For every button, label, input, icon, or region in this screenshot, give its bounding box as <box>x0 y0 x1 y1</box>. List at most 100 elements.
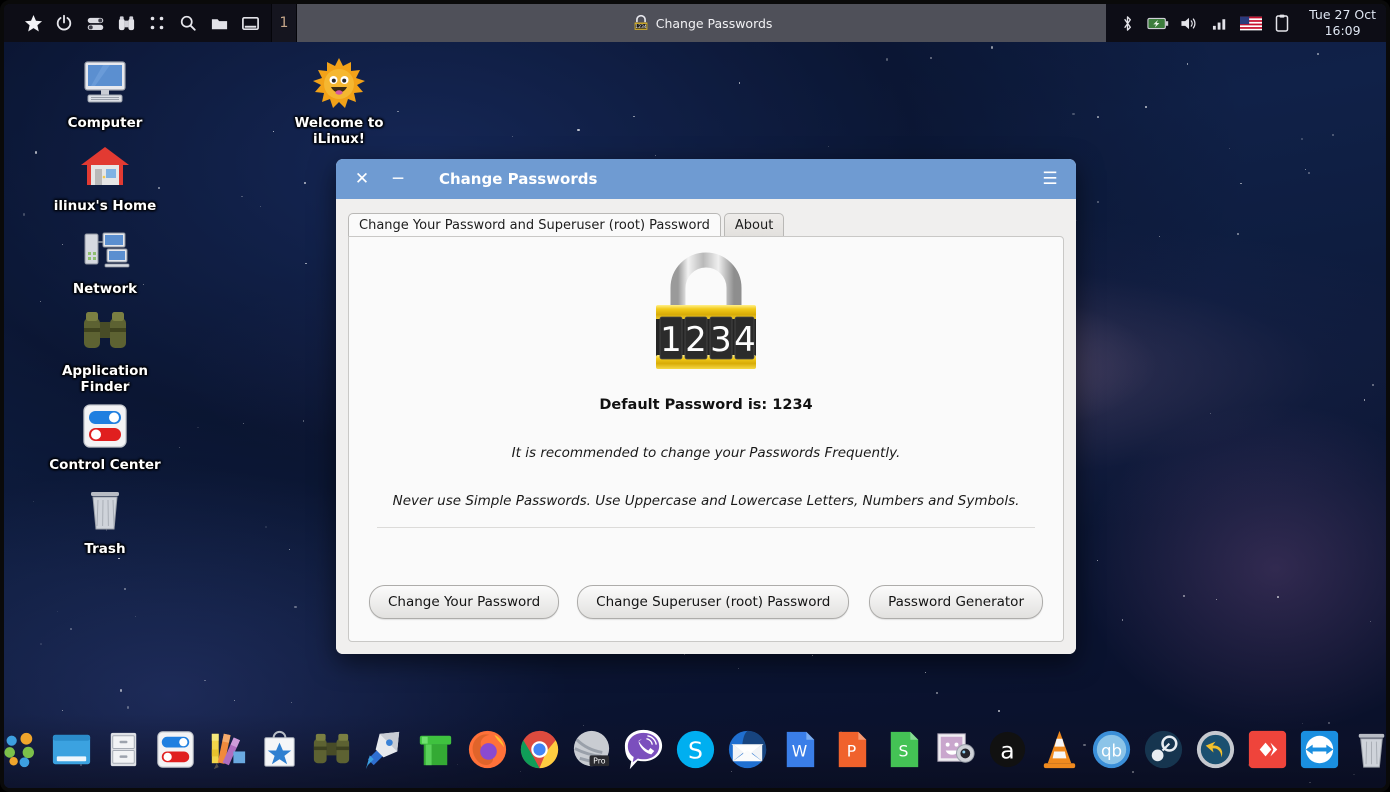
palette-icon <box>211 733 245 769</box>
system-tray <box>1106 4 1304 42</box>
file-cabinet-icon <box>110 732 136 766</box>
action-buttons: Change Your Password Change Superuser (r… <box>363 581 1049 627</box>
close-icon[interactable]: ✕ <box>350 167 374 191</box>
window-icon[interactable] <box>239 12 261 34</box>
grid-dots-icon[interactable] <box>146 12 168 34</box>
dock-color-picker[interactable] <box>204 726 251 773</box>
pro-sphere-icon: Pro <box>573 730 609 766</box>
chrome-icon <box>520 730 558 768</box>
control-center-icon <box>77 398 133 454</box>
binoculars-icon[interactable] <box>115 12 137 34</box>
star-icon[interactable] <box>22 12 44 34</box>
change-superuser-password-button[interactable]: Change Superuser (root) Password <box>577 585 850 619</box>
shopping-bag-star-icon <box>263 730 295 767</box>
dock-backup-restore[interactable] <box>1192 726 1239 773</box>
dock-teamviewer[interactable] <box>1296 726 1343 773</box>
tab-about[interactable]: About <box>723 212 785 237</box>
signal-bars-icon[interactable] <box>1209 12 1231 34</box>
dock-image-viewer[interactable] <box>932 726 979 773</box>
hamburger-menu-icon[interactable]: ☰ <box>1038 167 1062 191</box>
battery-icon[interactable] <box>1147 12 1169 34</box>
anydesk-icon <box>1248 730 1286 768</box>
sun-smile-icon <box>311 56 367 112</box>
dock-app-grid[interactable] <box>4 726 43 773</box>
toggles-icon[interactable] <box>84 12 106 34</box>
dock-wps-spreadsheet[interactable]: S <box>880 726 927 773</box>
desktop-icon-network[interactable]: Network <box>45 222 165 298</box>
change-passwords-window: ✕ ─ Change Passwords ☰ Change Your Passw… <box>336 159 1076 654</box>
desktop-icon-label: Control Center <box>49 457 161 473</box>
dock-trash[interactable] <box>1348 726 1387 773</box>
clock[interactable]: Tue 27 Oct 16:09 <box>1303 4 1386 42</box>
dock-vlc[interactable] <box>1036 726 1083 773</box>
dock-software-store[interactable] <box>256 726 303 773</box>
desktop-icon-home[interactable]: ilinux's Home <box>45 139 165 215</box>
dock-file-manager[interactable] <box>48 726 95 773</box>
dock-steam[interactable] <box>1140 726 1187 773</box>
s-document-icon: S <box>890 731 918 767</box>
dock-opera-gx-pro[interactable]: Pro <box>568 726 615 773</box>
desktop-icon-label: Welcome to iLinux! <box>294 115 384 147</box>
desktop-icon-computer[interactable]: Computer <box>45 56 165 132</box>
padlock-1234-icon: 1234 <box>634 14 648 30</box>
tab-change-password[interactable]: Change Your Password and Superuser (root… <box>348 212 721 237</box>
desktop-icon-app-finder[interactable]: Application Finder <box>45 304 165 395</box>
dock-application-finder[interactable] <box>308 726 355 773</box>
firefox-icon <box>468 730 506 768</box>
dock-rocket-launcher[interactable] <box>360 726 407 773</box>
workspace-switcher[interactable]: 1 <box>271 4 297 42</box>
svg-text:1: 1 <box>660 320 682 360</box>
desktop-icon-trash[interactable]: Trash <box>45 482 165 558</box>
binoculars-icon <box>313 733 349 763</box>
window-title: Change Passwords <box>439 170 598 188</box>
search-icon[interactable] <box>177 12 199 34</box>
qb-circle-icon: qb <box>1092 730 1130 768</box>
power-icon[interactable] <box>53 12 75 34</box>
dock-audacious[interactable]: a <box>984 726 1031 773</box>
dock-google-chrome[interactable] <box>516 726 563 773</box>
svg-text:1234: 1234 <box>635 24 647 30</box>
trash-icon <box>77 482 133 538</box>
desktop-screen: 1 1234 Change Passwords Tue 27 Oct 16:09… <box>0 0 1390 792</box>
svg-text:qb: qb <box>1100 741 1121 760</box>
traffic-cone-icon <box>1043 730 1075 768</box>
dock-firefox[interactable] <box>464 726 511 773</box>
clipboard-icon[interactable] <box>1271 12 1293 34</box>
bluetooth-icon[interactable] <box>1116 12 1138 34</box>
binoculars-icon <box>77 304 133 360</box>
mail-icon <box>728 730 766 768</box>
desktop-icon-label: Computer <box>67 115 143 131</box>
task-change-passwords[interactable]: 1234 Change Passwords <box>623 11 781 35</box>
folder-icon[interactable] <box>208 12 230 34</box>
dock-viber[interactable] <box>620 726 667 773</box>
top-taskbar: 1 1234 Change Passwords Tue 27 Oct 16:09 <box>4 4 1386 42</box>
desktop-icon-label: Application Finder <box>61 363 149 395</box>
dock-wps-writer[interactable]: W <box>776 726 823 773</box>
separator <box>376 527 1036 528</box>
dock-pipe-app[interactable] <box>412 726 459 773</box>
letter-a-circle-icon: a <box>989 731 1025 767</box>
dock-skype[interactable]: S <box>672 726 719 773</box>
dock-thunderbird-mail[interactable] <box>724 726 771 773</box>
desktop-icon-welcome[interactable]: Welcome to iLinux! <box>279 56 399 147</box>
password-strength-note: Never use Simple Passwords. Use Uppercas… <box>392 493 1020 509</box>
dock-qbittorrent[interactable]: qb <box>1088 726 1135 773</box>
dock-anydesk[interactable] <box>1244 726 1291 773</box>
workspace-1[interactable]: 1 <box>271 4 297 42</box>
desktop-icon-label: Network <box>72 281 138 297</box>
desktop-icon-control-center[interactable]: Control Center <box>45 398 165 474</box>
dock-control-center[interactable] <box>152 726 199 773</box>
green-pipe-icon <box>419 735 451 765</box>
photo-webcam-icon <box>936 732 975 763</box>
minimize-icon[interactable]: ─ <box>386 167 410 191</box>
password-generator-button[interactable]: Password Generator <box>869 585 1043 619</box>
speaker-icon[interactable] <box>1178 12 1200 34</box>
dock-archive-manager[interactable] <box>100 726 147 773</box>
clock-time: 16:09 <box>1324 23 1361 38</box>
change-your-password-button[interactable]: Change Your Password <box>369 585 560 619</box>
computer-icon <box>77 56 133 112</box>
tab-strip: Change Your Password and Superuser (root… <box>348 209 1064 237</box>
dock-wps-presentation[interactable]: P <box>828 726 875 773</box>
task-label: Change Passwords <box>655 15 773 31</box>
us-flag-icon[interactable] <box>1240 12 1263 34</box>
